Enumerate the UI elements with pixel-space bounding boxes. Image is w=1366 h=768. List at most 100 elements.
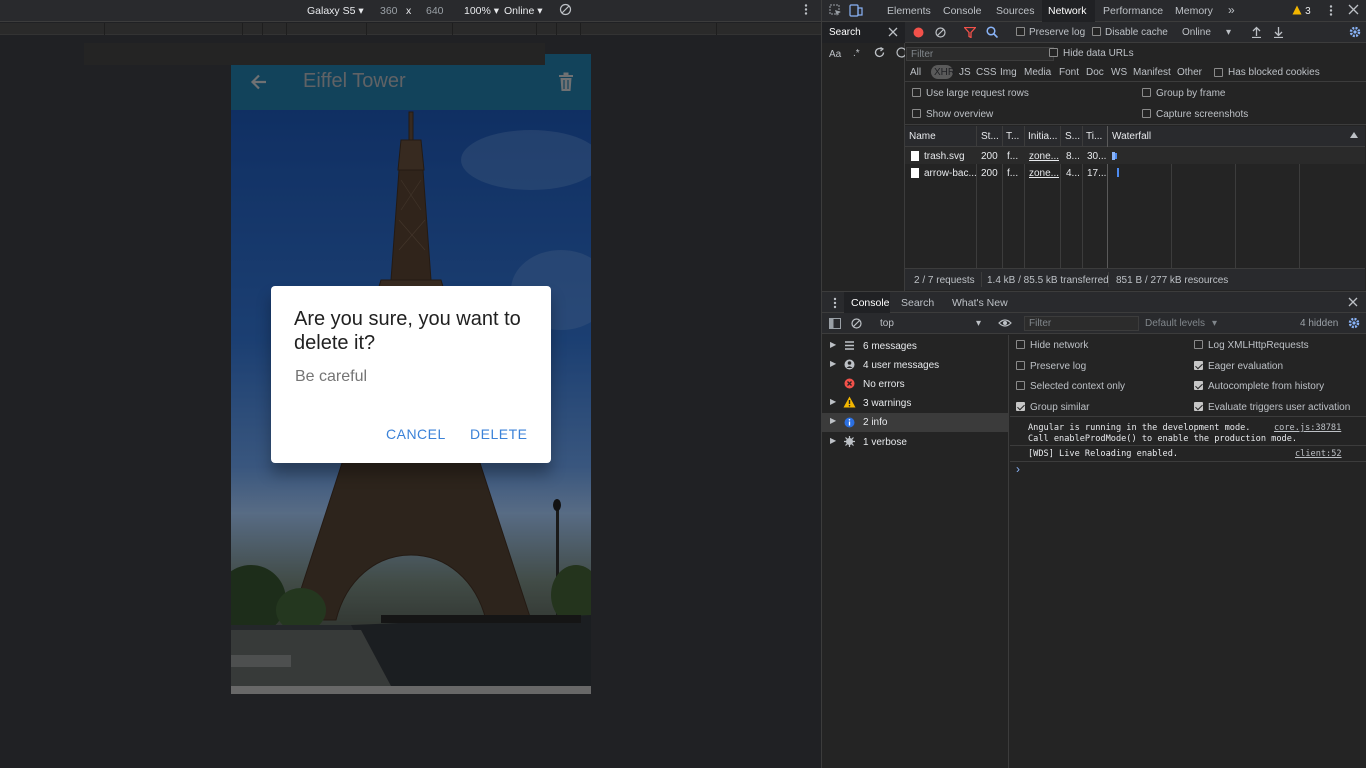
console-source-link[interactable]: core.js:38781 [1274, 423, 1341, 433]
sidebar-toggle-icon[interactable] [829, 318, 841, 329]
device-toolbar: Galaxy S5 ▾ 360 x 640 100% ▾ Online ▾ [0, 0, 821, 22]
evaluate-triggers-checkbox[interactable] [1194, 402, 1203, 411]
drawer-menu-icon[interactable] [833, 297, 837, 309]
type-other[interactable]: Other [1177, 67, 1202, 78]
tab-sources[interactable]: Sources [996, 5, 1035, 17]
export-har-icon[interactable] [1273, 26, 1284, 38]
type-font[interactable]: Font [1059, 67, 1079, 78]
filter-icon[interactable] [964, 27, 976, 38]
device-height-input[interactable]: 640 [426, 5, 444, 17]
hide-network-label: Hide network [1030, 340, 1089, 351]
sidebar-item-info[interactable]: ▶ 2 info [822, 413, 1008, 432]
type-all[interactable]: All [910, 67, 921, 78]
type-img[interactable]: Img [1000, 67, 1017, 78]
tab-memory[interactable]: Memory [1175, 5, 1213, 17]
cancel-button[interactable]: CANCEL [386, 426, 446, 442]
close-drawer-icon[interactable] [1348, 297, 1358, 307]
network-settings-icon[interactable] [1349, 26, 1361, 38]
delete-button[interactable]: DELETE [470, 426, 527, 442]
group-by-frame-checkbox[interactable] [1142, 88, 1151, 97]
refresh-icon[interactable] [874, 47, 885, 58]
import-har-icon[interactable] [1251, 26, 1262, 38]
autocomplete-history-checkbox[interactable] [1194, 381, 1203, 390]
console-prompt[interactable]: › [1016, 462, 1020, 476]
device-select[interactable]: Galaxy S5 ▾ [307, 5, 364, 17]
tab-elements[interactable]: Elements [887, 5, 931, 17]
col-name[interactable]: Name [909, 131, 974, 142]
more-tabs-icon[interactable]: » [1228, 3, 1235, 17]
close-devtools-icon[interactable] [1348, 4, 1359, 15]
info-icon [844, 417, 855, 428]
sidebar-item-warnings[interactable]: ▶ 3 warnings [822, 394, 1008, 413]
throttle-select[interactable]: Online ▾ [504, 5, 543, 17]
eager-evaluation-checkbox[interactable] [1194, 361, 1203, 370]
sidebar-item-errors[interactable]: No errors [822, 375, 1008, 394]
drawer-tab-search[interactable]: Search [901, 297, 934, 309]
log-xhr-checkbox[interactable] [1194, 340, 1203, 349]
live-expression-eye-icon[interactable] [998, 318, 1012, 328]
large-rows-checkbox[interactable] [912, 88, 921, 97]
sidebar-item-verbose[interactable]: ▶ 1 verbose [822, 433, 1008, 452]
request-initiator[interactable]: zone... [1029, 168, 1059, 179]
hide-data-urls-checkbox[interactable] [1049, 48, 1058, 57]
regex-toggle[interactable]: .* [853, 48, 860, 59]
drawer-tab-console[interactable]: Console [851, 297, 890, 309]
clear-search-icon[interactable] [896, 47, 905, 58]
col-time[interactable]: Ti... [1086, 131, 1106, 142]
console-settings-icon[interactable] [1348, 317, 1360, 329]
clear-icon[interactable] [935, 27, 946, 38]
preserve-log-checkbox[interactable] [1016, 27, 1025, 36]
disable-cache-checkbox[interactable] [1092, 27, 1101, 36]
type-media[interactable]: Media [1024, 67, 1051, 78]
device-width-input[interactable]: 360 [380, 5, 398, 17]
warning-badge[interactable]: 3 [1292, 5, 1311, 17]
devtools-menu-icon[interactable] [1329, 4, 1333, 17]
match-case-toggle[interactable]: Aa [829, 49, 841, 60]
type-doc[interactable]: Doc [1086, 67, 1104, 78]
preserve-log-console-checkbox[interactable] [1016, 361, 1025, 370]
clear-console-icon[interactable] [851, 318, 862, 329]
more-options-icon[interactable] [804, 3, 808, 16]
zoom-select[interactable]: 100% ▾ [464, 5, 499, 17]
close-search-icon[interactable] [888, 27, 898, 37]
sort-up-icon[interactable] [1350, 132, 1358, 138]
table-row[interactable]: trash.svg 200 f... zone... 8... 30... [905, 147, 1365, 164]
group-similar-checkbox[interactable] [1016, 402, 1025, 411]
table-row[interactable]: arrow-bac... 200 f... zone... 4... 17... [905, 164, 1365, 181]
type-js[interactable]: JS [959, 67, 971, 78]
hide-network-checkbox[interactable] [1016, 340, 1025, 349]
tab-console[interactable]: Console [943, 5, 982, 17]
type-xhr[interactable]: XHR [934, 67, 955, 78]
show-overview-checkbox[interactable] [912, 109, 921, 118]
type-manifest[interactable]: Manifest [1133, 67, 1171, 78]
has-blocked-cookies-checkbox[interactable] [1214, 68, 1223, 77]
sidebar-item-user-messages[interactable]: ▶ 4 user messages [822, 356, 1008, 375]
console-filter-input[interactable]: Filter [1024, 316, 1139, 331]
context-select[interactable]: top ▾ [874, 313, 987, 333]
record-icon[interactable] [913, 27, 924, 38]
device-toggle-icon[interactable] [849, 4, 863, 17]
col-size[interactable]: S... [1065, 131, 1081, 142]
type-ws[interactable]: WS [1111, 67, 1127, 78]
search-icon[interactable] [986, 26, 998, 38]
selected-context-checkbox[interactable] [1016, 381, 1025, 390]
type-css[interactable]: CSS [976, 67, 997, 78]
request-type: f... [1007, 168, 1019, 179]
tab-network[interactable]: Network [1048, 5, 1087, 17]
col-type[interactable]: T... [1006, 131, 1022, 142]
rotate-icon[interactable] [559, 3, 572, 16]
user-icon [844, 359, 855, 370]
col-waterfall[interactable]: Waterfall [1112, 131, 1172, 142]
capture-screenshots-checkbox[interactable] [1142, 109, 1151, 118]
inspect-element-icon[interactable] [829, 4, 842, 17]
sidebar-item-messages[interactable]: ▶ 6 messages [822, 337, 1008, 356]
console-source-link[interactable]: client:52 [1295, 449, 1342, 459]
col-status[interactable]: St... [981, 131, 1001, 142]
tab-performance[interactable]: Performance [1103, 5, 1163, 17]
col-initiator[interactable]: Initia... [1028, 131, 1058, 142]
network-filter-input[interactable]: Filter [906, 47, 1054, 61]
console-input[interactable] [1030, 463, 1360, 477]
media-query-bar[interactable] [0, 23, 821, 35]
drawer-tab-whats-new[interactable]: What's New [952, 297, 1008, 309]
request-initiator[interactable]: zone... [1029, 151, 1059, 162]
